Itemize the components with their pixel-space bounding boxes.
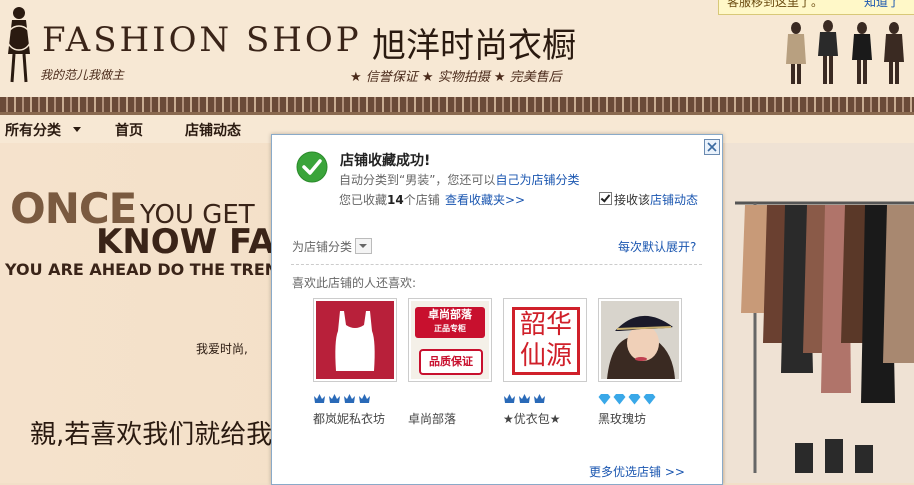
nav-all-categories[interactable]: 所有分类 <box>5 120 61 140</box>
logo-text[interactable]: FASHION SHOP <box>42 20 362 60</box>
logo-name-text: 卓尚部落 <box>428 308 472 321</box>
logo-slogan: 我的范儿我做主 <box>40 68 125 82</box>
nav-shop-news[interactable]: 店铺动态 <box>185 120 241 140</box>
header-models-image <box>786 20 904 84</box>
category-label: 为店铺分类 <box>292 240 353 254</box>
dialog-title: 店铺收藏成功! <box>340 153 431 169</box>
logo-badge: 卓尚部落 正品专柜 <box>415 307 485 338</box>
rec-shop-name[interactable]: 卓尚部落 <box>408 410 456 427</box>
clothes-rack-image <box>725 143 914 483</box>
crown-icon <box>504 394 515 403</box>
close-icon[interactable] <box>704 139 720 155</box>
shop-title: 旭洋时尚衣橱 <box>372 26 576 66</box>
rec-shop-name[interactable]: 都岚妮私衣坊 <box>313 410 385 427</box>
rec-shop-image[interactable] <box>313 298 397 382</box>
follow-prefix: 接收该 <box>614 193 651 207</box>
banner-know-text: KNOW FA <box>96 222 275 262</box>
dialog-divider <box>291 264 702 265</box>
follow-news-label[interactable]: 接收该店铺动态 <box>614 191 698 208</box>
banner-love-text: 我爱时尚, <box>196 342 248 356</box>
crown-icon <box>329 394 340 403</box>
nav-home[interactable]: 首页 <box>115 120 143 140</box>
diamond-icon <box>613 394 626 405</box>
fav-count-prefix: 您已收藏 <box>339 193 388 207</box>
crown-icon <box>314 394 325 403</box>
auto-category-prefix: 自动分类到“男装”，您还可以 <box>339 173 496 187</box>
logo-figure-icon <box>6 7 32 83</box>
banner-ahead-text: YOU ARE AHEAD DO THE TREN <box>5 260 279 279</box>
fav-count-value: 14 <box>387 193 404 207</box>
follow-news-checkbox[interactable] <box>599 192 612 205</box>
diamond-icon <box>628 394 641 405</box>
banner-qin-text: 親,若喜欢我们就给我 <box>30 420 273 450</box>
seal-text: 韶华仙源 <box>512 307 580 375</box>
rec-shop-image[interactable]: 韶华仙源 <box>503 298 587 382</box>
woman-hat-image <box>601 301 679 379</box>
fav-count-suffix: 个店铺 <box>403 193 440 207</box>
red-tank-top-image <box>316 301 394 379</box>
auto-category-text: 自动分类到“男装”，您还可以自己为店铺分类 <box>339 171 579 188</box>
crown-icon <box>534 394 545 403</box>
logo-sub-text: 正品专柜 <box>434 324 466 333</box>
shop-promise: ★ 信誉保证 ★ 实物拍摄 ★ 完美售后 <box>350 70 562 85</box>
crown-icon <box>344 394 355 403</box>
rec-badges <box>313 390 373 404</box>
crown-icon <box>359 394 370 403</box>
fav-count-text: 您已收藏14个店铺 <box>339 191 440 208</box>
crown-icon <box>519 394 530 403</box>
red-seal-image: 韶华仙源 <box>506 301 584 379</box>
rec-shop-image[interactable] <box>598 298 682 382</box>
service-tip-bar: 客服移到这里了。 知道了 <box>718 0 914 15</box>
also-like-label: 喜欢此店铺的人还喜欢: <box>292 276 417 290</box>
diamond-icon <box>598 394 611 405</box>
rec-badges <box>503 390 548 404</box>
follow-news-link[interactable]: 店铺动态 <box>650 193 698 207</box>
check-circle-icon <box>296 151 328 183</box>
rec-badges <box>598 390 658 405</box>
tip-got-it-link[interactable]: 知道了 <box>864 0 900 9</box>
view-favorites-link[interactable]: 查看收藏夹>> <box>445 191 525 208</box>
more-shops-link[interactable]: 更多优选店铺 >> <box>589 463 685 480</box>
rec-shop-image[interactable]: 卓尚部落 正品专柜 品质保证 <box>408 298 492 382</box>
chevron-down-icon[interactable] <box>73 127 81 132</box>
diamond-icon <box>643 394 656 405</box>
decorative-border <box>0 97 914 112</box>
rec-shop-name[interactable]: ★优衣包★ <box>503 410 561 427</box>
category-dropdown[interactable] <box>355 238 372 254</box>
default-expand-link[interactable]: 每次默认展开? <box>618 238 696 255</box>
quality-tag: 品质保证 <box>419 349 483 375</box>
rec-shop-name[interactable]: 黑玫瑰坊 <box>598 410 646 427</box>
service-tip-text: 客服移到这里了。 <box>727 0 824 9</box>
custom-category-link[interactable]: 自己为店铺分类 <box>495 173 579 187</box>
zhuoshang-logo-image: 卓尚部落 正品专柜 品质保证 <box>411 301 489 379</box>
